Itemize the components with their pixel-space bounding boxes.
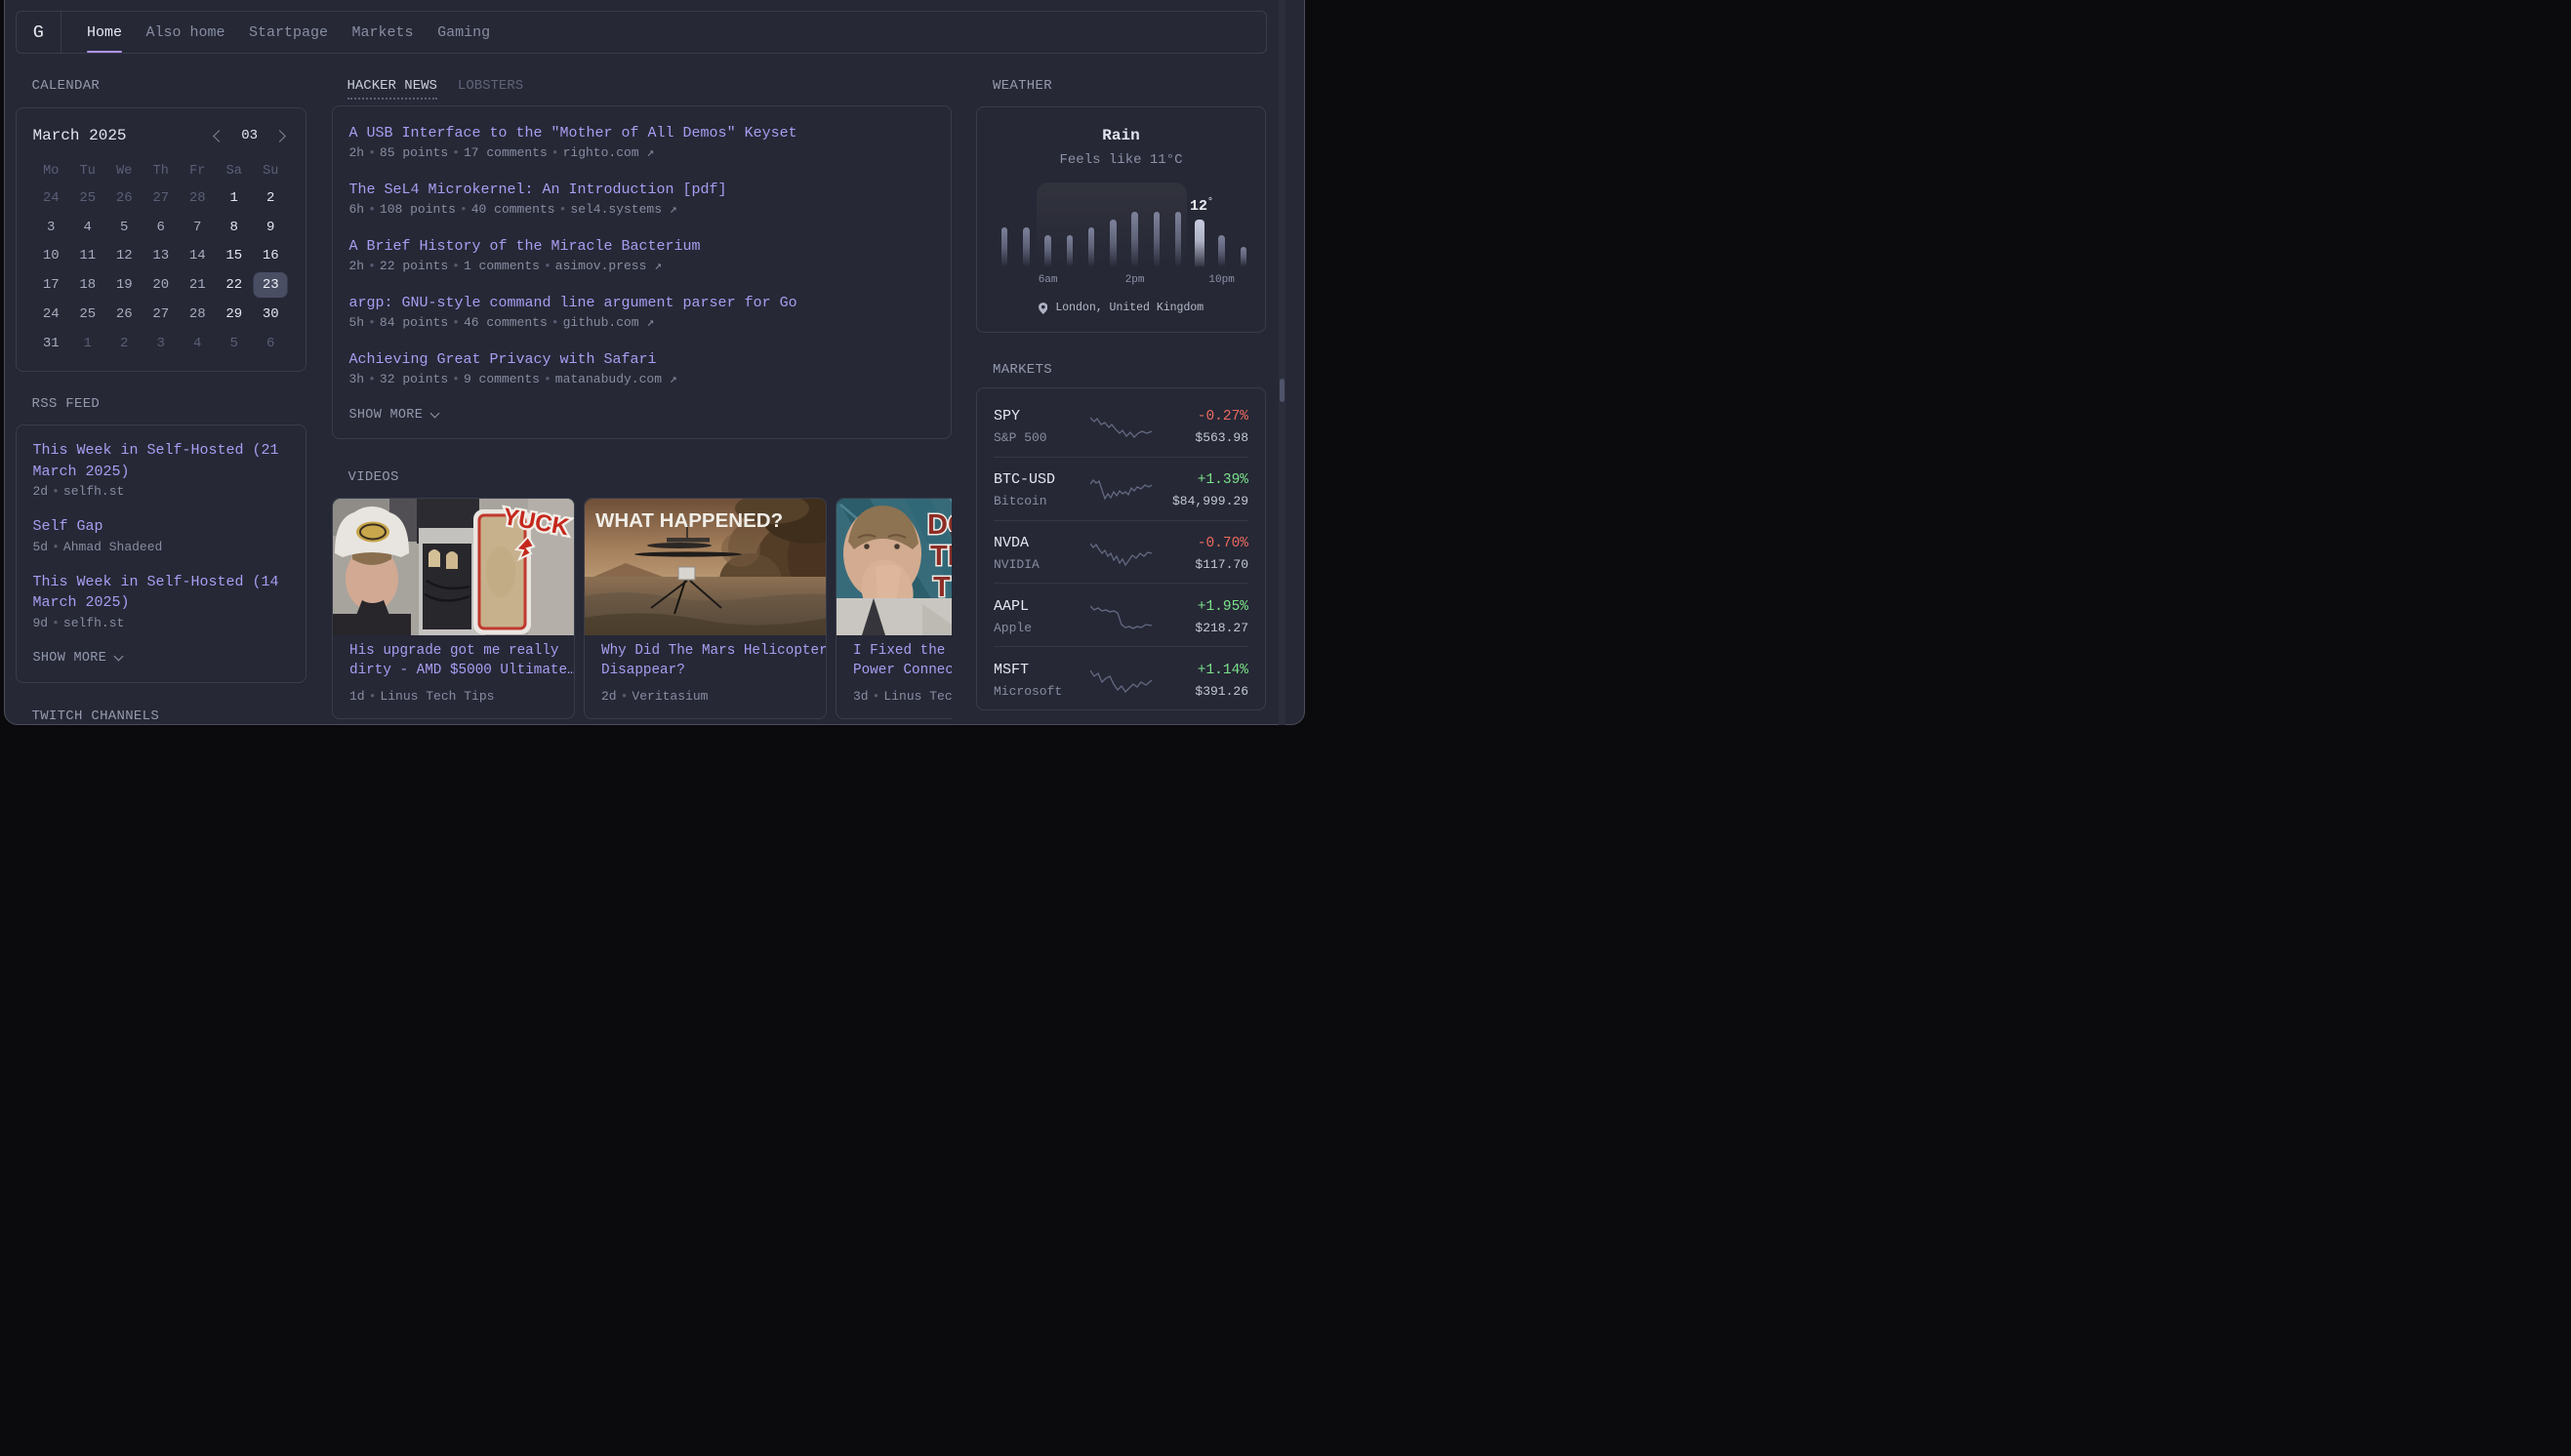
svg-text:DO: DO <box>927 509 952 541</box>
svg-text:WHAT HAPPENED?: WHAT HAPPENED? <box>595 509 783 532</box>
svg-text:T: T <box>933 572 951 603</box>
svg-text:TH: TH <box>930 541 952 572</box>
